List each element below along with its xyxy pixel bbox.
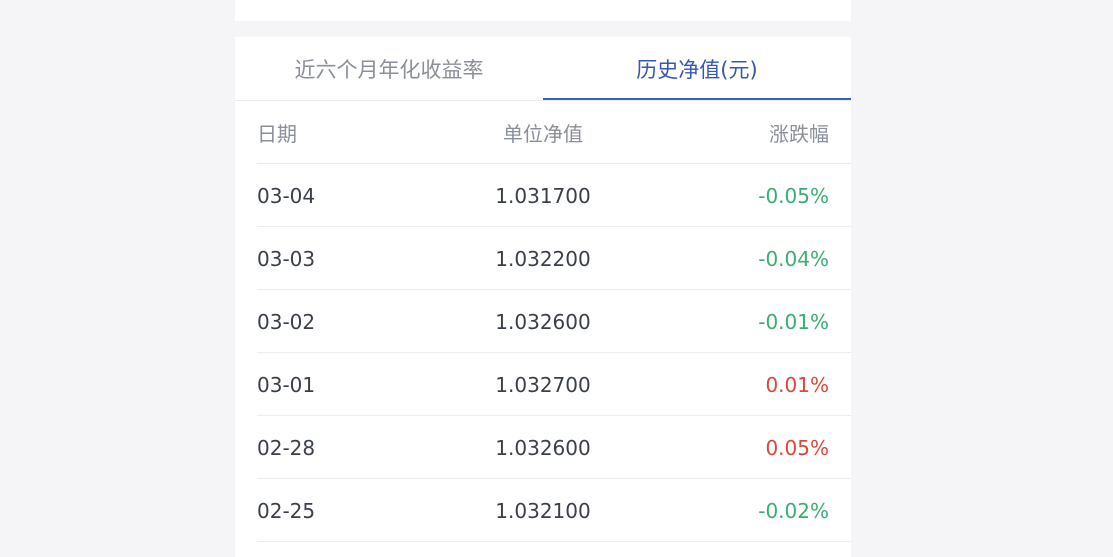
row-nav: 1.032100	[495, 498, 591, 523]
row-change: 0.01%	[765, 372, 829, 397]
row-nav: 1.031700	[495, 183, 591, 208]
tab-six-month-annualized-yield[interactable]: 近六个月年化收益率	[235, 37, 543, 101]
table-header: 日期 单位净值 涨跌幅	[235, 101, 851, 164]
row-date: 03-03	[257, 246, 316, 271]
row-date: 02-28	[257, 435, 316, 460]
row-date: 03-01	[257, 372, 316, 397]
nav-history-card: 近六个月年化收益率 历史净值(元) 日期 单位净值 涨跌幅 03-04 1.03…	[235, 37, 851, 557]
row-nav: 1.032600	[495, 309, 591, 334]
row-nav: 1.032600	[495, 435, 591, 460]
table-row: 02-28 1.032600 0.05%	[235, 416, 851, 479]
row-date: 03-04	[257, 183, 316, 208]
row-nav: 1.032200	[495, 246, 591, 271]
row-change: -0.04%	[758, 246, 829, 271]
header-nav: 单位净值	[503, 122, 583, 146]
row-nav: 1.032700	[495, 372, 591, 397]
table-row: 02-25 1.032100 -0.02%	[235, 479, 851, 542]
row-change: 0.05%	[765, 435, 829, 460]
table-row: 03-01 1.032700 0.01%	[235, 353, 851, 416]
row-change: -0.01%	[758, 309, 829, 334]
table-row: 03-04 1.031700 -0.05%	[235, 164, 851, 227]
tab-historical-nav[interactable]: 历史净值(元)	[543, 37, 851, 101]
row-change: -0.05%	[758, 183, 829, 208]
tab-bar: 近六个月年化收益率 历史净值(元)	[235, 37, 851, 101]
row-date: 03-02	[257, 309, 316, 334]
row-date: 02-25	[257, 498, 316, 523]
table-row: 03-02 1.032600 -0.01%	[235, 290, 851, 353]
previous-section-card	[235, 0, 851, 21]
header-change: 涨跌幅	[769, 122, 829, 146]
table-row: 03-03 1.032200 -0.04%	[235, 227, 851, 290]
row-change: -0.02%	[758, 498, 829, 523]
header-date: 日期	[257, 122, 297, 146]
